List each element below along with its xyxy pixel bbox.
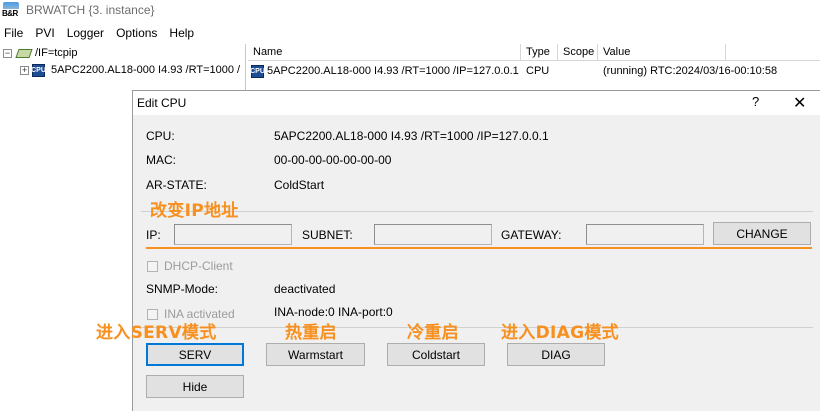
dialog-title: Edit CPU: [137, 96, 187, 110]
list-header: Name Type Scope Value: [248, 44, 820, 61]
ar-state-label: AR-STATE:: [146, 178, 207, 192]
snmp-label: SNMP-Mode:: [146, 282, 219, 296]
serv-button[interactable]: SERV: [146, 343, 244, 366]
annotation-enter-serv: 进入SERV模式: [96, 323, 217, 343]
column-header-name[interactable]: Name: [248, 44, 521, 61]
collapse-toggle[interactable]: −: [3, 48, 12, 58]
divider: [141, 327, 813, 328]
column-header-value[interactable]: Value: [598, 44, 726, 61]
annotation-cold-restart: 冷重启: [407, 323, 459, 343]
tree-node-cpu[interactable]: + CPU 5APC2200.AL18-000 I4.93 /RT=1000 /: [20, 62, 240, 78]
menu-file[interactable]: File: [0, 26, 31, 40]
dhcp-checkbox[interactable]: [147, 261, 158, 272]
list-cell-name: CPU 5APC2200.AL18-000 I4.93 /RT=1000 /IP…: [248, 64, 521, 78]
list-cell-value: (running) RTC:2024/03/16-00:10:58: [603, 65, 778, 77]
column-header-filler: [726, 44, 820, 61]
variable-list: Name Type Scope Value CPU 5APC2200.AL18-…: [248, 44, 820, 92]
tree-node-tcpip[interactable]: − /IF=tcpip: [3, 45, 78, 61]
dialog-titlebar: Edit CPU ? ✕: [133, 91, 820, 115]
ip-label: IP:: [146, 228, 161, 242]
list-row[interactable]: CPU 5APC2200.AL18-000 I4.93 /RT=1000 /IP…: [248, 61, 820, 81]
cpu-icon: CPU: [250, 64, 265, 78]
subnet-field[interactable]: [374, 224, 492, 245]
divider: [141, 211, 813, 212]
app-titlebar: B&R BRWATCH {3. instance}: [0, 0, 820, 20]
change-button[interactable]: CHANGE: [713, 222, 811, 245]
cpu-label: CPU:: [146, 129, 175, 143]
app-title: BRWATCH {3. instance}: [26, 3, 155, 17]
expand-toggle[interactable]: +: [20, 65, 29, 75]
br-logo-icon: B&R: [2, 2, 20, 18]
network-interface-icon: [15, 46, 33, 60]
gateway-field[interactable]: [586, 224, 704, 245]
annotation-change-ip: 改变IP地址: [150, 201, 239, 221]
column-header-scope[interactable]: Scope: [558, 44, 598, 61]
ina-value: INA-node:0 INA-port:0: [274, 305, 393, 319]
list-cell-name-text: 5APC2200.AL18-000 I4.93 /RT=1000 /IP=127…: [267, 65, 519, 77]
tree-node-label: 5APC2200.AL18-000 I4.93 /RT=1000 /: [51, 64, 241, 76]
menu-logger[interactable]: Logger: [63, 26, 112, 40]
menu-help[interactable]: Help: [165, 26, 202, 40]
warmstart-button[interactable]: Warmstart: [266, 343, 365, 366]
gateway-label: GATEWAY:: [501, 228, 562, 242]
coldstart-button[interactable]: Coldstart: [387, 343, 485, 366]
annotation-warm-restart: 热重启: [285, 323, 337, 343]
diag-button[interactable]: DIAG: [507, 343, 605, 366]
column-header-type[interactable]: Type: [521, 44, 558, 61]
close-icon[interactable]: ✕: [793, 93, 806, 113]
ar-state-value: ColdStart: [274, 178, 325, 192]
ip-field[interactable]: [174, 224, 292, 245]
hide-button[interactable]: Hide: [146, 375, 244, 398]
menu-pvi[interactable]: PVI: [31, 26, 62, 40]
mac-value: 00-00-00-00-00-00-00: [274, 153, 392, 167]
cpu-icon: CPU: [31, 63, 46, 77]
help-icon[interactable]: ?: [752, 94, 759, 109]
menu-bar: File PVI Logger Options Help: [0, 23, 202, 43]
edit-cpu-dialog: Edit CPU ? ✕ CPU: 5APC2200.AL18-000 I4.9…: [132, 90, 820, 411]
menu-options[interactable]: Options: [112, 26, 165, 40]
subnet-label: SUBNET:: [302, 228, 353, 242]
cpu-value: 5APC2200.AL18-000 I4.93 /RT=1000 /IP=127…: [274, 129, 549, 143]
mac-label: MAC:: [146, 153, 176, 167]
annotation-underline: [146, 247, 812, 249]
snmp-value: deactivated: [274, 282, 336, 296]
list-cell-type: CPU: [526, 65, 550, 77]
annotation-enter-diag: 进入DIAG模式: [501, 323, 619, 343]
tree-node-label: /IF=tcpip: [35, 47, 78, 59]
dhcp-label: DHCP-Client: [164, 259, 233, 273]
